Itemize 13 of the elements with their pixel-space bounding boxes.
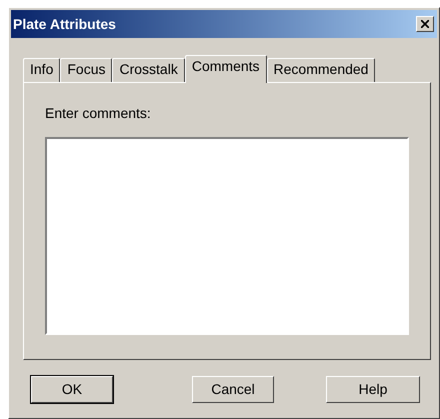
- comments-label: Enter comments:: [45, 104, 152, 121]
- tab[interactable]: Crosstalk: [112, 58, 185, 82]
- dialog-button[interactable]: OK: [31, 376, 113, 403]
- tab[interactable]: Recommended: [266, 58, 376, 82]
- dialog-button[interactable]: Help: [326, 376, 420, 403]
- close-button[interactable]: [416, 16, 434, 32]
- window-title: Plate Attributes: [13, 14, 116, 34]
- tab[interactable]: Info: [23, 58, 60, 82]
- tab[interactable]: Comments: [184, 55, 267, 83]
- tab[interactable]: Focus: [60, 58, 112, 82]
- close-icon: [421, 20, 429, 28]
- dialog-button[interactable]: Cancel: [192, 376, 274, 403]
- comments-field[interactable]: [45, 137, 409, 335]
